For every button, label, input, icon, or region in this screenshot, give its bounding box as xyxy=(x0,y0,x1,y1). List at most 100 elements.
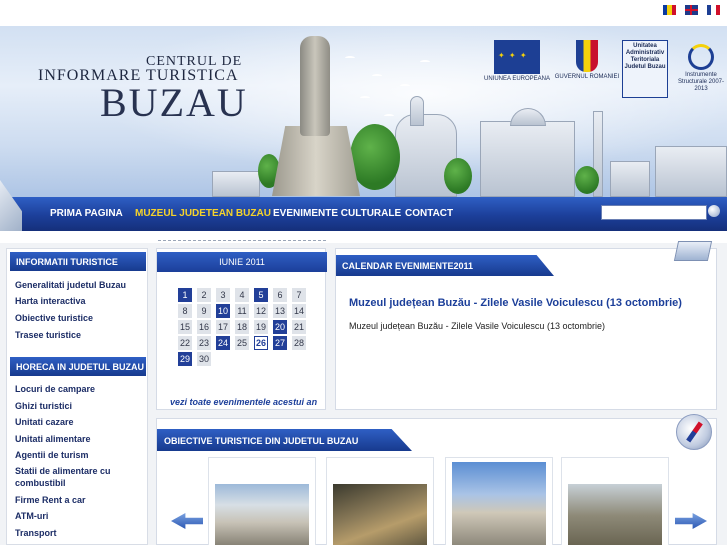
objective-card[interactable] xyxy=(445,457,553,545)
calendar-day[interactable]: 4 xyxy=(235,288,249,302)
calendar-day[interactable]: 13 xyxy=(273,304,287,318)
sidebar-item-trasee[interactable]: Trasee turistice xyxy=(15,329,81,341)
search-input[interactable] xyxy=(601,205,707,220)
eu-flag-icon xyxy=(494,40,540,74)
calendar-day[interactable]: 11 xyxy=(235,304,249,318)
sidebar-item-agencies[interactable]: Agentii de turism xyxy=(15,449,89,461)
nav-cultural-events[interactable]: EVENIMENTE CULTURALE xyxy=(273,208,401,219)
calendar-day[interactable]: 19 xyxy=(254,320,268,334)
objective-photo xyxy=(452,462,546,545)
all-events-link[interactable]: vezi toate evenimentele acestui an xyxy=(170,397,317,407)
sidebar-item-atm[interactable]: ATM-uri xyxy=(15,510,48,522)
sidebar-heading-info: INFORMATII TURISTICE xyxy=(10,252,146,271)
calendar-day[interactable]: 30 xyxy=(197,352,211,366)
calendar-day[interactable]: 10 xyxy=(216,304,230,318)
building xyxy=(655,146,727,197)
calendar-day[interactable]: 22 xyxy=(178,336,192,350)
calendar-day[interactable]: 25 xyxy=(235,336,249,350)
tree xyxy=(350,124,400,190)
calendar-day[interactable]: 15 xyxy=(178,320,192,334)
statue xyxy=(300,36,330,136)
sidebar: INFORMATII TURISTICE Generalitati judetu… xyxy=(6,248,148,545)
sidebar-item-generalitati[interactable]: Generalitati judetul Buzau xyxy=(15,279,126,291)
calendar-day[interactable]: 9 xyxy=(197,304,211,318)
sidebar-item-guides[interactable]: Ghizi turistici xyxy=(15,400,72,412)
calendar-day[interactable]: 24 xyxy=(216,336,230,350)
calendar-day[interactable]: 18 xyxy=(235,320,249,334)
objectives-section: OBIECTIVE TURISTICE DIN JUDETUL BUZAU xyxy=(156,414,717,545)
romanian-flag-icon[interactable] xyxy=(663,5,676,15)
previous-arrow-icon[interactable] xyxy=(171,513,203,529)
calendar-day[interactable]: 2 xyxy=(197,288,211,302)
calendar-day[interactable]: 5 xyxy=(254,288,268,302)
structural-instruments-label: Instrumente Structurale 2007-2013 xyxy=(677,72,725,92)
calendar-day[interactable]: 28 xyxy=(292,336,306,350)
calendar-icon xyxy=(673,241,713,261)
search-button[interactable] xyxy=(708,205,720,217)
tree xyxy=(444,158,472,194)
sidebar-item-rent-a-car[interactable]: Firme Rent a car xyxy=(15,494,86,506)
calendar-day[interactable]: 21 xyxy=(292,320,306,334)
separator-band xyxy=(0,231,727,243)
uat-label: Unitatea Administrativ Teritoriala Judet… xyxy=(624,43,666,70)
objective-card[interactable] xyxy=(208,457,316,545)
coat-of-arms-icon xyxy=(576,40,598,72)
uat-logo: Unitatea Administrativ Teritoriala Judet… xyxy=(622,40,668,98)
sidebar-item-obiective[interactable]: Obiective turistice xyxy=(15,312,93,324)
calendar-day[interactable]: 12 xyxy=(254,304,268,318)
header-banner: CENTRUL DE INFORMARE TURISTICA BUZAU UNI… xyxy=(0,26,727,197)
government-logo: GUVERNUL ROMANIEI xyxy=(554,40,620,100)
nav-home[interactable]: PRIMA PAGINA xyxy=(50,208,123,219)
objective-photo xyxy=(215,484,309,545)
sidebar-item-fuel-stations[interactable]: Statii de alimentare cu xyxy=(15,465,111,477)
sidebar-item-fuel-stations-cont[interactable]: combustibil xyxy=(15,477,66,489)
nav-museum[interactable]: MUZEUL JUDETEAN BUZAU xyxy=(135,208,271,219)
sidebar-heading-horeca: HORECA IN JUDETUL BUZAU xyxy=(10,357,146,376)
calendar-day[interactable]: 6 xyxy=(273,288,287,302)
calendar-day[interactable]: 16 xyxy=(197,320,211,334)
objective-card[interactable] xyxy=(326,457,434,545)
calendar-day[interactable]: 1 xyxy=(178,288,192,302)
bird xyxy=(420,60,430,64)
eu-logo: UNIUNEA EUROPEANA xyxy=(484,40,550,100)
objective-card[interactable] xyxy=(561,457,669,545)
calendar-month: IUNIE 2011 xyxy=(157,252,327,272)
building xyxy=(610,161,650,197)
calendar-day[interactable]: 7 xyxy=(292,288,306,302)
bird xyxy=(360,96,370,100)
calendar-day[interactable]: 3 xyxy=(216,288,230,302)
eu-label: UNIUNEA EUROPEANA xyxy=(484,76,551,82)
bird xyxy=(345,56,355,60)
sidebar-item-accommodation[interactable]: Unitati cazare xyxy=(15,416,74,428)
calendar-day[interactable]: 14 xyxy=(292,304,306,318)
sidebar-item-food[interactable]: Unitati alimentare xyxy=(15,433,91,445)
calendar-day[interactable]: 26 xyxy=(254,336,268,350)
calendar-day[interactable]: 27 xyxy=(273,336,287,350)
events-panel: CALENDAR EVENIMENTE2011 Muzeul județean … xyxy=(335,241,717,410)
bird xyxy=(400,84,410,88)
objective-photo xyxy=(568,484,662,545)
building xyxy=(212,171,260,197)
event-title-link[interactable]: Muzeul județean Buzău - Zilele Vasile Vo… xyxy=(349,297,682,309)
objective-photo xyxy=(333,484,427,545)
calendar-day[interactable]: 8 xyxy=(178,304,192,318)
calendar-day[interactable]: 20 xyxy=(273,320,287,334)
cathedral-tower xyxy=(410,96,424,126)
english-flag-icon[interactable] xyxy=(685,5,698,15)
nav-contact[interactable]: CONTACT xyxy=(405,208,453,219)
bird xyxy=(384,114,394,118)
language-bar xyxy=(0,0,727,26)
calendar-day[interactable]: 17 xyxy=(216,320,230,334)
sidebar-item-camping[interactable]: Locuri de campare xyxy=(15,383,95,395)
compass-icon xyxy=(676,414,712,450)
french-flag-icon[interactable] xyxy=(707,5,720,15)
structural-instruments-logo: Instrumente Structurale 2007-2013 xyxy=(672,40,727,100)
calendar-day[interactable]: 29 xyxy=(178,352,192,366)
sidebar-item-harta[interactable]: Harta interactiva xyxy=(15,295,86,307)
next-arrow-icon[interactable] xyxy=(675,513,707,529)
structural-instruments-icon xyxy=(688,44,714,70)
palace xyxy=(480,121,575,197)
sidebar-item-transport[interactable]: Transport xyxy=(15,527,57,539)
calendar-day[interactable]: 23 xyxy=(197,336,211,350)
calendar-widget: IUNIE 2011 1 2 3 4 5 6 7 8 9 10 11 12 13 14 15 16 17 18 19… xyxy=(156,248,327,410)
